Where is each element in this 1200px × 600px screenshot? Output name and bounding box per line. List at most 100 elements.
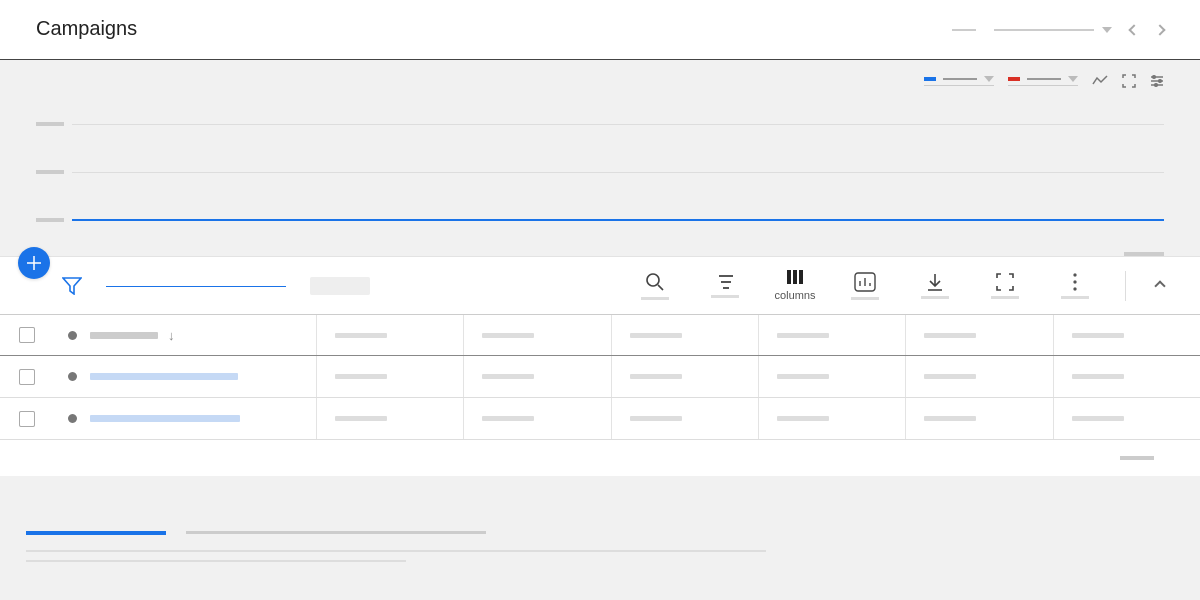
metric-value (482, 374, 534, 379)
date-range-picker[interactable] (994, 27, 1112, 33)
status-dot (68, 331, 77, 340)
campaign-name (90, 415, 240, 422)
row-checkbox[interactable] (19, 369, 35, 385)
search-icon (645, 272, 665, 292)
row-checkbox-cell (0, 411, 54, 427)
metric-cell (758, 356, 905, 397)
segment-icon (716, 274, 734, 290)
x-axis-tick (1124, 252, 1164, 256)
dropdown-icon (1102, 27, 1112, 33)
page-title: Campaigns (36, 18, 137, 41)
footer-placeholder (1120, 456, 1154, 460)
toolbar-actions: columns (635, 269, 1164, 302)
filter-button[interactable] (62, 277, 82, 295)
next-period-button[interactable] (1154, 24, 1165, 35)
footer-text-line (26, 560, 406, 562)
metric-value (924, 374, 976, 379)
campaign-name (90, 332, 158, 339)
filter-placeholder (310, 277, 370, 295)
plus-icon (26, 255, 42, 271)
more-button[interactable] (1055, 273, 1095, 299)
active-filter-chip[interactable] (106, 285, 286, 287)
collapse-button[interactable] (1154, 280, 1165, 291)
metric-cell (611, 315, 758, 355)
y-axis-tick (36, 170, 64, 174)
columns-icon (786, 269, 804, 285)
metric-cell (1053, 398, 1200, 439)
row-checkbox-cell (0, 369, 54, 385)
metric-b-label (1027, 78, 1061, 80)
status-dot (68, 414, 77, 423)
metric-value (335, 374, 387, 379)
columns-label: columns (775, 290, 816, 302)
metric-value (482, 416, 534, 421)
metric-cell (758, 398, 905, 439)
table-footer (0, 440, 1200, 476)
metric-cell (905, 398, 1052, 439)
search-button[interactable] (635, 272, 675, 300)
metric-value (335, 333, 387, 338)
download-button[interactable] (915, 273, 955, 299)
expand-chart-button[interactable] (1122, 74, 1136, 88)
status-dot (68, 372, 77, 381)
tool-label-placeholder (1061, 296, 1089, 299)
metric-cell (316, 315, 463, 355)
row-checkbox[interactable] (19, 411, 35, 427)
date-range-label (994, 29, 1094, 31)
metric-selector-b[interactable] (1008, 76, 1078, 86)
expand-button[interactable] (985, 273, 1025, 299)
chevron-down-icon (984, 76, 994, 82)
adjust-chart-button[interactable] (1150, 74, 1164, 88)
prev-period-button[interactable] (1128, 24, 1139, 35)
chart-gridline (36, 100, 1164, 148)
segment-button[interactable] (705, 274, 745, 298)
sort-arrow-icon[interactable]: ↓ (168, 328, 175, 343)
chart-area (0, 94, 1200, 256)
new-campaign-button[interactable] (18, 247, 50, 279)
footer-link[interactable] (26, 531, 166, 535)
metric-value (777, 416, 829, 421)
name-cell[interactable] (90, 373, 316, 380)
chart-data-line (72, 219, 1164, 221)
metric-value (777, 374, 829, 379)
tool-label-placeholder (991, 296, 1019, 299)
metric-cell (611, 398, 758, 439)
page-header: Campaigns (0, 0, 1200, 60)
metric-value (924, 416, 976, 421)
columns-button[interactable]: columns (775, 269, 815, 302)
campaign-name (90, 373, 238, 380)
metric-value (630, 416, 682, 421)
metric-cell (463, 356, 610, 397)
metric-value (482, 333, 534, 338)
metric-cell (758, 315, 905, 355)
reports-button[interactable] (845, 272, 885, 300)
metric-cell (905, 356, 1052, 397)
metric-value (1072, 374, 1124, 379)
footer-text (186, 531, 486, 534)
metric-cell (316, 356, 463, 397)
table-row (0, 356, 1200, 398)
y-axis-tick (36, 218, 64, 222)
chevron-down-icon (1068, 76, 1078, 82)
metric-cell (611, 356, 758, 397)
metric-cell (463, 315, 610, 355)
tool-label-placeholder (641, 297, 669, 300)
footer-section (0, 476, 1200, 562)
metric-value (335, 416, 387, 421)
campaigns-table: ↓ (0, 314, 1200, 440)
metric-value (777, 333, 829, 338)
footer-text-line (26, 550, 766, 552)
report-icon (854, 272, 876, 292)
metric-value (1072, 416, 1124, 421)
fullscreen-icon (996, 273, 1014, 291)
name-cell[interactable] (90, 415, 316, 422)
metric-selector-a[interactable] (924, 76, 994, 86)
metric-value (1072, 333, 1124, 338)
name-cell[interactable]: ↓ (90, 328, 316, 343)
row-checkbox[interactable] (19, 327, 35, 343)
table-toolbar: columns (0, 256, 1200, 314)
y-axis-tick (36, 122, 64, 126)
row-checkbox-cell (0, 327, 54, 343)
chart-controls (0, 60, 1200, 94)
chart-type-button[interactable] (1092, 74, 1108, 88)
